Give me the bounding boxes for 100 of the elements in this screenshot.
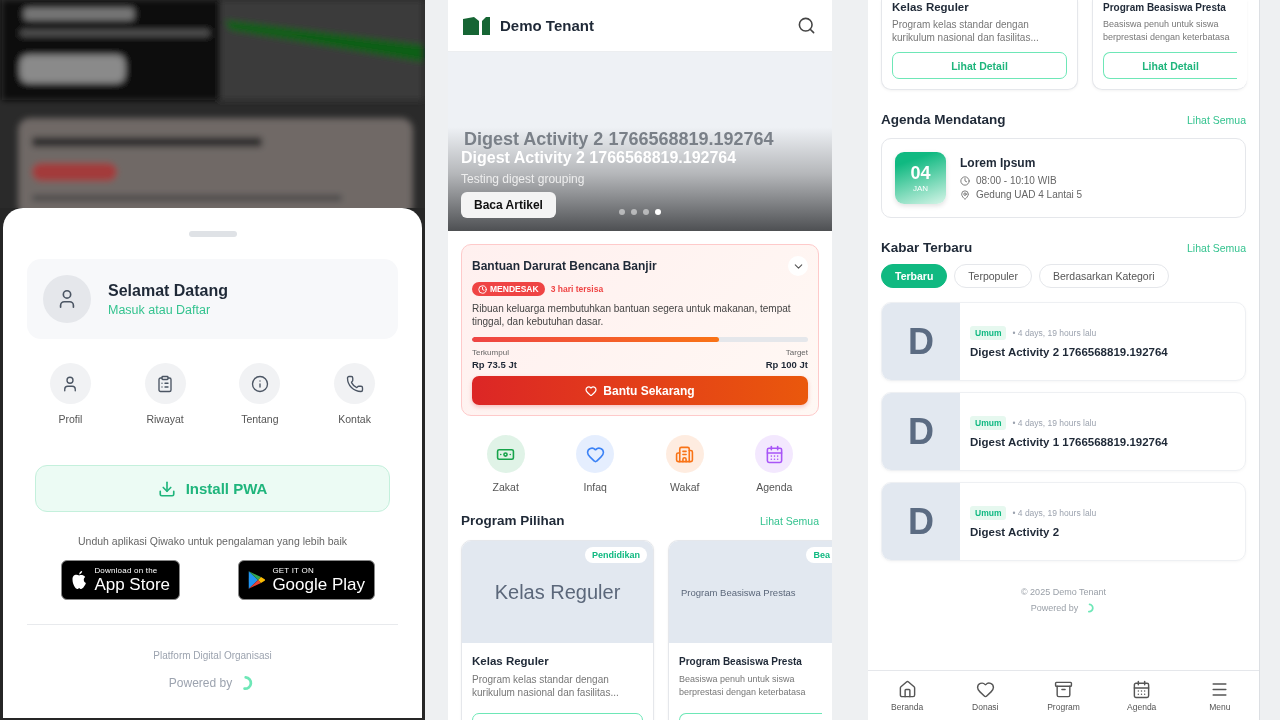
user-card[interactable]: Selamat Datang Masuk atau Daftar	[27, 259, 398, 339]
hero-title-faded: Digest Activity 2 1766568819.192764	[463, 130, 775, 148]
nav-item[interactable]: Agenda	[1102, 671, 1181, 720]
download-icon	[157, 479, 176, 498]
category-badge: Bea	[806, 547, 832, 563]
phone-icon	[345, 374, 364, 393]
shortcut-button[interactable]	[486, 435, 525, 473]
menu-item-label: Tentang	[241, 413, 279, 425]
menu-item-label: Profil	[58, 413, 83, 425]
app-prompt-text: Unduh aplikasi Qiwako untuk pengalaman yang lebih baik	[76, 535, 349, 547]
filter-tab[interactable]: Terpopuler	[954, 264, 1032, 288]
calendar-icon	[1132, 679, 1152, 699]
clock-icon	[478, 284, 487, 294]
news-time: • 4 days, 19 hours lalu	[1012, 507, 1097, 518]
event-card[interactable]: 04 JAN Lorem Ipsum 08:00 - 10:10 WIB Gedung UAD 4 Lantai 5	[881, 138, 1246, 218]
menu-item-button[interactable]	[144, 363, 186, 404]
menu-item-button[interactable]	[49, 363, 91, 404]
location-pin-icon	[960, 189, 970, 200]
event-location: Gedung UAD 4 Lantai 5	[976, 189, 1083, 200]
store-badge-name: App Store	[94, 576, 170, 593]
store-badge-name: Google Play	[272, 576, 365, 593]
campaign-description: Ribuan keluarga membutuhkan bantuan segera untuk makanan, tempat tinggal, dan kebutuhan dasar.	[472, 302, 792, 328]
thumbnail-letter: D	[908, 320, 934, 363]
heart-icon	[975, 679, 995, 699]
store-badge-caption: Download on the	[94, 567, 159, 575]
section-title: Kabar Terbaru	[881, 240, 973, 255]
news-item[interactable]: D Umum • 4 days, 19 hours lalu Digest Activity 1 1766568819.192764	[881, 392, 1246, 471]
filter-tab[interactable]: Berdasarkan Kategori	[1038, 264, 1169, 288]
hero-title: Digest Activity 2 1766568819.192764	[461, 149, 738, 168]
logo-icon	[1086, 603, 1097, 613]
news-item[interactable]: D Umum • 4 days, 19 hours lalu Digest Activity 2 1766568819.192764	[881, 302, 1246, 381]
collected-label: Terkumpul	[472, 348, 509, 357]
menu-item-button[interactable]	[334, 363, 376, 404]
program-description: Beasiswa penuh untuk siswa	[1103, 18, 1220, 31]
carousel-dot[interactable]	[619, 209, 625, 215]
program-card[interactable]: Pendidikan Kelas Reguler Kelas Reguler Program kelas standar dengan kurikulum nasional dan fasilitas...	[461, 540, 654, 720]
program-description: Program kelas standar dengan	[472, 673, 610, 686]
nav-item[interactable]: Donasi	[946, 671, 1025, 720]
box-icon	[1054, 679, 1073, 699]
shortcut-button[interactable]	[665, 435, 704, 473]
store-badge[interactable]: Download on the App Store	[61, 560, 180, 600]
tagline: Platform Digital Organisasi	[152, 650, 273, 661]
program-description: Beasiswa penuh untuk siswa	[679, 673, 796, 686]
search-icon[interactable]	[797, 16, 816, 35]
carousel-dot[interactable]	[655, 209, 661, 215]
program-image-title: Kelas Reguler	[494, 580, 621, 604]
read-article-button[interactable]: Baca Artikel	[461, 192, 556, 218]
nav-item[interactable]: Menu	[1180, 671, 1259, 720]
shortcut-button[interactable]	[576, 435, 615, 473]
home-icon	[897, 679, 917, 699]
event-time: 08:00 - 10:10 WIB	[976, 175, 1057, 186]
category-badge: Umum	[970, 415, 1007, 430]
menu-item-label: Riwayat	[146, 413, 184, 425]
news-title: Digest Activity 2	[970, 525, 1061, 538]
program-description: kurikulum nasional dan fasilitas...	[892, 31, 1040, 44]
menu-item-button[interactable]	[239, 363, 281, 404]
category-badge: Umum	[970, 505, 1007, 520]
store-badge[interactable]: GET IT ON Google Play	[238, 560, 375, 600]
program-card[interactable]: Program Beasiswa Presta Beasiswa penuh untuk siswa berprestasi dengan keterbatasa Lihat Detail	[1092, 0, 1247, 90]
event-month: JAN	[912, 183, 929, 193]
donate-button[interactable]: Bantu Sekarang	[472, 376, 808, 405]
section-title: Agenda Mendatang	[881, 112, 1006, 127]
shortcut-button[interactable]	[755, 435, 794, 473]
nav-item[interactable]: Beranda	[868, 671, 947, 720]
target-label: Target	[785, 348, 808, 357]
category-badge: Umum	[970, 325, 1007, 340]
days-remaining: 3 hari tersisa	[550, 284, 604, 294]
shortcut-label: Zakat	[492, 481, 519, 493]
nav-item[interactable]: Program	[1024, 671, 1103, 720]
collapse-button[interactable]	[788, 256, 808, 276]
clock-icon	[960, 175, 970, 186]
collected-amount: Rp 73.5 Jt	[472, 359, 517, 370]
thumbnail-letter: D	[908, 410, 934, 453]
clipboard-icon	[156, 374, 175, 393]
campaign-title: Bantuan Darurat Bencana Banjir	[472, 259, 657, 273]
program-title: Program Beasiswa Presta	[1103, 1, 1227, 15]
powered-by-text: Powered by	[1030, 603, 1079, 613]
event-day: 04	[910, 163, 931, 182]
program-title: Kelas Reguler	[892, 0, 970, 15]
program-title: Program Beasiswa Presta	[679, 655, 803, 669]
urgent-badge: MENDESAK	[472, 282, 545, 296]
category-badge: Pendidikan	[585, 547, 647, 563]
program-description: berprestasi dengan keterbatasa	[1103, 31, 1231, 44]
carousel-dot[interactable]	[643, 209, 649, 215]
program-title: Kelas Reguler	[472, 654, 550, 669]
menu-item-label: Kontak	[338, 413, 371, 425]
drag-handle[interactable]	[188, 231, 237, 237]
program-card[interactable]: Kelas Reguler Program kelas standar dengan kurikulum nasional dan fasilitas... Lihat Detail	[881, 0, 1078, 90]
shortcut-label: Wakaf	[670, 481, 700, 493]
program-image-title: Program Beasiswa Prestas	[681, 586, 796, 598]
carousel-dot[interactable]	[631, 209, 637, 215]
program-description: Program kelas standar dengan	[892, 18, 1030, 31]
program-card[interactable]: Bea Program Beasiswa Prestas Program Beasiswa Presta Beasiswa penuh untuk siswa berprestasi dengan keterbatasa	[668, 540, 832, 720]
news-title: Digest Activity 2 1766568819.192764	[970, 345, 1168, 358]
welcome-title: Selamat Datang	[108, 281, 229, 300]
program-description: berprestasi dengan keterbatasa	[679, 686, 807, 699]
news-item[interactable]: D Umum • 4 days, 19 hours lalu Digest Activity 2	[881, 482, 1246, 561]
logo-icon	[462, 16, 492, 35]
hero-subtitle: Testing digest grouping	[461, 172, 586, 186]
shortcut-label: Agenda	[756, 481, 793, 493]
